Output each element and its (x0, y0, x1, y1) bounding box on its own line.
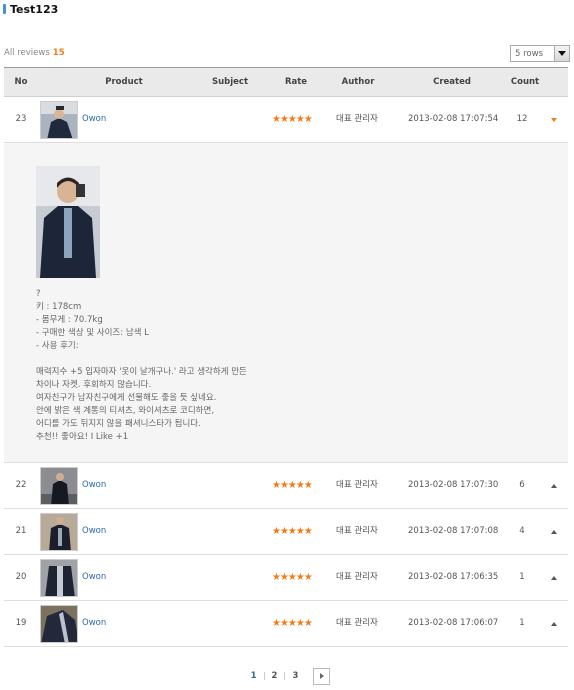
view-count: 1 (519, 618, 525, 628)
caret-up-icon (551, 575, 557, 580)
product-thumbnail[interactable] (40, 467, 78, 505)
review-line: 차이나 자켓. 후회하지 않습니다. (36, 380, 152, 390)
page-title: Test123 (10, 2, 59, 16)
page-header: Test123 (3, 2, 59, 16)
created-date: 2013-02-08 17:07:08 (408, 526, 499, 536)
row-number: 23 (15, 114, 27, 124)
header-no[interactable]: No (4, 68, 38, 97)
dropdown-button[interactable] (554, 46, 569, 61)
caret-up-icon (551, 529, 557, 534)
rating-stars: ★★★★★ (272, 618, 313, 629)
table-header: No Product Subject Rate Author Created C… (4, 67, 568, 97)
review-line: 매력지수 +5 입자마자 '옷이 날개구나.' 라고 생각하게 만든 (36, 367, 247, 377)
caret-up-icon (551, 621, 557, 626)
product-photo (41, 102, 77, 138)
page-link-1[interactable]: 1 (244, 671, 264, 681)
created-date: 2013-02-08 17:07:54 (408, 114, 499, 124)
review-detail-panel: ? 키 : 178cm - 몸무게 : 70.7kg - 구매한 색상 및 사이… (4, 143, 568, 463)
product-photo (41, 606, 77, 642)
table-row[interactable]: 21 Owon ★★★★★ 대표 관리자 2013-02-08 17:07:08… (4, 509, 568, 555)
expand-toggle[interactable] (548, 463, 560, 508)
view-count: 12 (516, 114, 528, 124)
reviews-table: No Product Subject Rate Author Created C… (4, 67, 568, 647)
reviews-summary: All reviews 15 (4, 48, 65, 58)
review-line: - 구매한 색상 및 사이즈: 남색 L (36, 328, 149, 338)
review-line: - 몸무게 : 70.7kg (36, 315, 103, 325)
author-name: 대표 관리자 (336, 114, 378, 124)
rows-per-page-select[interactable]: 5 rows (510, 45, 570, 62)
header-count[interactable]: Count (500, 68, 550, 97)
view-count: 6 (519, 480, 525, 490)
table-row[interactable]: 20 Owon ★★★★★ 대표 관리자 2013-02-08 17:06:35… (4, 555, 568, 601)
caret-down-icon (551, 117, 557, 122)
product-photo (41, 560, 77, 596)
product-thumbnail[interactable] (40, 605, 78, 643)
review-body: ? 키 : 178cm - 몸무게 : 70.7kg - 구매한 색상 및 사이… (36, 288, 356, 444)
review-line: ? (36, 289, 41, 299)
created-date: 2013-02-08 17:06:35 (408, 572, 499, 582)
product-thumbnail[interactable] (40, 101, 78, 139)
author-name: 대표 관리자 (336, 572, 378, 582)
row-number: 19 (15, 618, 27, 628)
author-name: 대표 관리자 (336, 618, 378, 628)
product-photo (41, 468, 77, 504)
review-photo (36, 166, 100, 278)
created-date: 2013-02-08 17:06:07 (408, 618, 499, 628)
header-created[interactable]: Created (412, 68, 492, 97)
table-row[interactable]: 22 Owon ★★★★★ 대표 관리자 2013-02-08 17:07:30… (4, 463, 568, 509)
title-marker (3, 4, 6, 14)
view-count: 4 (519, 526, 525, 536)
author-name: 대표 관리자 (336, 480, 378, 490)
chevron-right-icon (319, 673, 324, 679)
expand-toggle[interactable] (548, 601, 560, 646)
view-count: 1 (519, 572, 525, 582)
product-link[interactable]: Owon (82, 601, 106, 646)
created-date: 2013-02-08 17:07:30 (408, 480, 499, 490)
product-link[interactable]: Owon (82, 97, 106, 142)
table-row[interactable]: 19 Owon ★★★★★ 대표 관리자 2013-02-08 17:06:07… (4, 601, 568, 647)
next-page-button[interactable] (313, 667, 331, 685)
rating-stars: ★★★★★ (272, 114, 313, 125)
product-photo (41, 514, 77, 550)
header-subject[interactable]: Subject (200, 68, 260, 97)
review-line: - 사용 후기: (36, 341, 79, 351)
row-number: 21 (15, 526, 27, 536)
expand-toggle[interactable] (548, 509, 560, 554)
collapse-toggle[interactable] (548, 97, 560, 142)
page-link-3[interactable]: 3 (285, 671, 305, 681)
review-line: 어디를 가도 뒤지지 않을 패셔니스타가 됩니다. (36, 419, 201, 429)
rating-stars: ★★★★★ (272, 526, 313, 537)
product-thumbnail[interactable] (40, 559, 78, 597)
summary-count: 15 (52, 48, 65, 58)
review-line: 안에 밝은 색 계통의 티셔츠, 와이셔츠로 코디하면, (36, 406, 215, 416)
review-line: 여자친구가 남자친구에게 선물해도 좋을 듯 싶네요. (36, 393, 217, 403)
header-rate[interactable]: Rate (266, 68, 326, 97)
header-product[interactable]: Product (74, 68, 174, 97)
header-author[interactable]: Author (328, 68, 388, 97)
product-link[interactable]: Owon (82, 555, 106, 600)
row-number: 20 (15, 572, 27, 582)
rating-stars: ★★★★★ (272, 480, 313, 491)
table-row[interactable]: 23 Owon ★★★★★ 대표 관리자 2013-02-08 17:07:54… (4, 97, 568, 143)
product-link[interactable]: Owon (82, 463, 106, 508)
product-thumbnail[interactable] (40, 513, 78, 551)
row-number: 22 (15, 480, 27, 490)
chevron-down-icon (558, 51, 566, 56)
page-link-2[interactable]: 2 (265, 671, 285, 681)
review-line: 추천!! 좋아요! I Like +1 (36, 432, 129, 442)
product-link[interactable]: Owon (82, 509, 106, 554)
pagination: 1 2 3 (0, 667, 574, 685)
rating-stars: ★★★★★ (272, 572, 313, 583)
review-line (36, 353, 356, 366)
author-name: 대표 관리자 (336, 526, 378, 536)
summary-label: All reviews (4, 48, 50, 58)
rows-per-page-value: 5 rows (515, 48, 543, 59)
review-line: 키 : 178cm (36, 302, 82, 312)
expand-toggle[interactable] (548, 555, 560, 600)
review-photo-image (36, 166, 100, 278)
caret-up-icon (551, 483, 557, 488)
